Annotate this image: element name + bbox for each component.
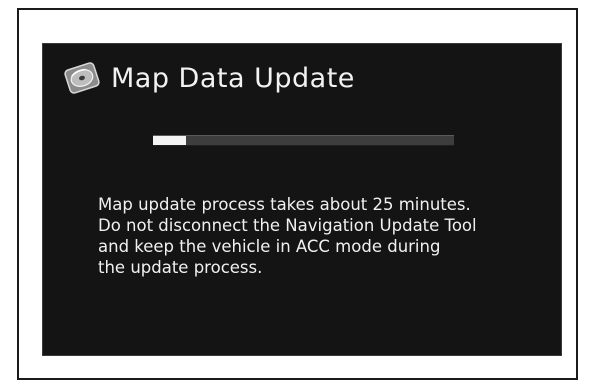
update-progress-bar <box>153 135 454 146</box>
update-message: Map update process takes about 25 minute… <box>98 194 538 278</box>
disc-icon <box>64 62 100 94</box>
dialog-header: Map Data Update <box>63 58 355 98</box>
message-line: Map update process takes about 25 minute… <box>98 195 471 214</box>
update-progress-fill <box>153 136 187 145</box>
message-line: and keep the vehicle in ACC mode during <box>98 237 441 256</box>
dialog-title: Map Data Update <box>111 62 355 94</box>
message-line: Do not disconnect the Navigation Update … <box>98 216 477 235</box>
display-frame: Map Data Update Map update process takes… <box>17 8 578 380</box>
message-line: the update process. <box>98 258 263 277</box>
navigation-screen: Map Data Update Map update process takes… <box>43 44 561 355</box>
